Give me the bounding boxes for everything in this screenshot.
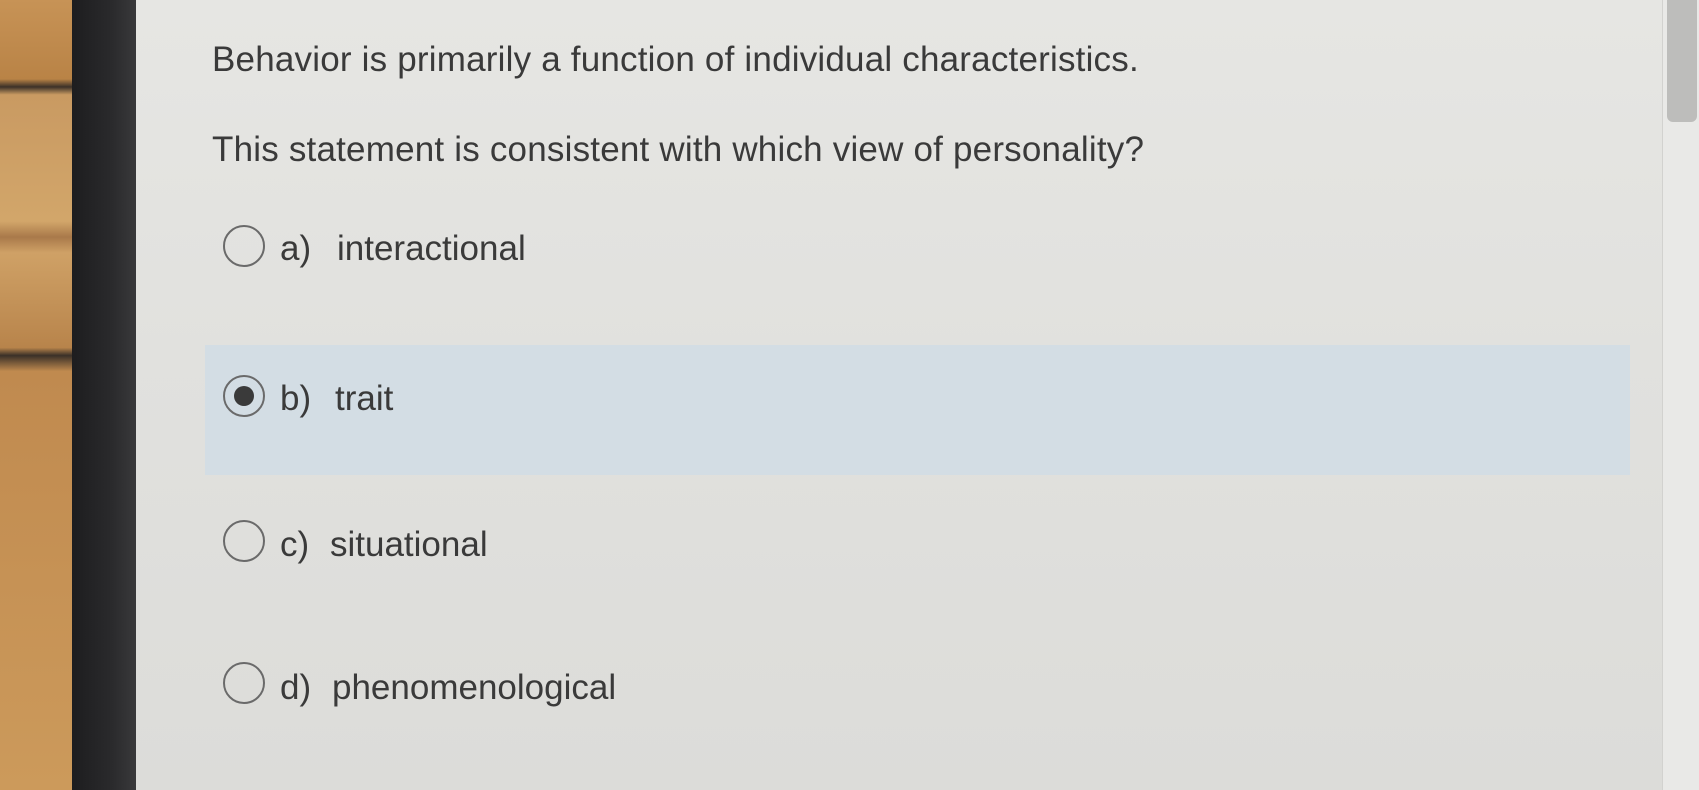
scrollbar[interactable] <box>1662 0 1699 790</box>
option-label: interactional <box>337 229 526 268</box>
scrollbar-thumb[interactable] <box>1667 0 1697 122</box>
option-letter: c) <box>280 525 310 564</box>
answer-option-b[interactable]: b) trait <box>205 345 1630 475</box>
answer-option-a[interactable]: a) interactional <box>205 202 1630 332</box>
option-label: phenomenological <box>332 668 617 707</box>
monitor-bezel <box>72 0 138 790</box>
option-letter: d) <box>280 668 312 707</box>
question-prompt: This statement is consistent with which … <box>212 130 1145 169</box>
radio-button-checked-icon[interactable] <box>223 375 265 417</box>
radio-button-icon[interactable] <box>223 520 265 562</box>
option-label: trait <box>335 379 394 418</box>
answer-option-c[interactable]: c) situational <box>205 498 1630 628</box>
option-letter: b) <box>280 379 312 418</box>
answer-option-d[interactable]: d) phenomenological <box>205 640 1630 770</box>
radio-dot-icon <box>234 386 254 406</box>
question-text: Behavior is primarily a function of indi… <box>212 40 1139 79</box>
option-letter: a) <box>280 229 312 268</box>
background-desk <box>0 0 75 790</box>
radio-button-icon[interactable] <box>223 225 265 267</box>
option-label: situational <box>330 525 488 564</box>
radio-button-icon[interactable] <box>223 662 265 704</box>
